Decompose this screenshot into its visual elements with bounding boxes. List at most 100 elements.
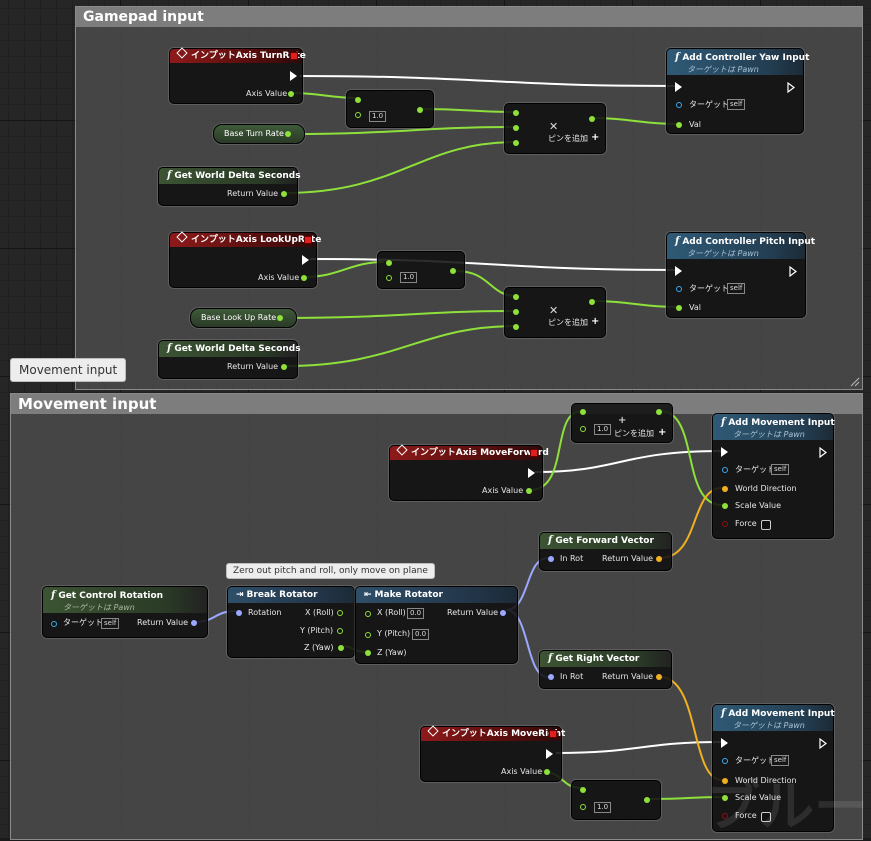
force-checkbox[interactable] bbox=[761, 520, 771, 530]
world-direction-pin[interactable] bbox=[722, 486, 728, 492]
add-pin-icon[interactable]: + bbox=[591, 132, 599, 143]
y-pitch-field[interactable]: 0.0 bbox=[412, 629, 430, 640]
input-pin-a[interactable] bbox=[513, 294, 519, 300]
input-pin-a[interactable] bbox=[580, 409, 586, 415]
in-rot-pin[interactable] bbox=[548, 556, 554, 562]
output-pin[interactable] bbox=[450, 268, 456, 274]
multiply-node[interactable]: 1.0 bbox=[346, 90, 434, 128]
target-pin[interactable] bbox=[676, 102, 682, 108]
add-pin-label[interactable]: ピンを追加 bbox=[548, 134, 588, 144]
z-yaw-pin[interactable] bbox=[365, 650, 371, 656]
add-movement-input-node[interactable]: f Add Movement Input ターゲットは Pawn ターゲット sel… bbox=[712, 413, 835, 539]
get-world-delta-seconds-node[interactable]: f Get World Delta Seconds Return Value bbox=[158, 167, 301, 206]
axis-value-pin[interactable] bbox=[301, 275, 307, 281]
input-pin-c[interactable] bbox=[513, 140, 519, 146]
input-pin-b[interactable] bbox=[513, 309, 519, 315]
return-value-pin[interactable] bbox=[281, 364, 287, 370]
exec-out-pin[interactable] bbox=[819, 738, 827, 749]
add-controller-yaw-input-node[interactable]: f Add Controller Yaw Input ターゲットは Pawn ターゲ… bbox=[666, 48, 809, 134]
input-pin-a[interactable] bbox=[513, 110, 519, 116]
constant-field[interactable]: 1.0 bbox=[594, 424, 612, 435]
multiply-add-pin-node[interactable]: ✕ ピンを追加 + bbox=[504, 103, 606, 154]
x-roll-field[interactable]: 0.0 bbox=[407, 608, 425, 619]
constant-field[interactable]: 1.0 bbox=[594, 802, 612, 813]
input-pin-b[interactable] bbox=[513, 125, 519, 131]
return-value-pin[interactable] bbox=[656, 674, 662, 680]
output-pin[interactable] bbox=[656, 409, 662, 415]
get-forward-vector-node[interactable]: f Get Forward Vector In Rot Return Value bbox=[539, 532, 672, 571]
return-value-pin[interactable] bbox=[281, 191, 287, 197]
x-roll-pin[interactable] bbox=[365, 611, 371, 617]
exec-out-pin[interactable] bbox=[528, 468, 535, 478]
axis-value-pin[interactable] bbox=[544, 769, 550, 775]
input-pin-a[interactable] bbox=[355, 97, 361, 103]
self-field[interactable]: self bbox=[771, 464, 790, 475]
self-field[interactable]: self bbox=[727, 99, 746, 110]
input-pin-b[interactable] bbox=[355, 112, 361, 118]
return-value-pin[interactable] bbox=[500, 610, 506, 616]
force-pin[interactable] bbox=[722, 521, 728, 527]
y-pitch-pin[interactable] bbox=[337, 628, 343, 634]
event-node-turnrate[interactable]: インプットAxis TurnRate Axis Value bbox=[169, 47, 306, 104]
return-value-pin[interactable] bbox=[191, 620, 197, 626]
exec-out-pin[interactable] bbox=[546, 749, 553, 759]
comment-resize-handle[interactable] bbox=[850, 377, 860, 387]
exec-out-pin[interactable] bbox=[290, 71, 297, 81]
break-rotator-node[interactable]: ⇥ Break Rotator Rotation X (Roll) Y (Pitc… bbox=[227, 586, 355, 658]
exec-in-pin[interactable] bbox=[721, 738, 728, 748]
input-pin-b[interactable] bbox=[386, 275, 392, 281]
add-pin-label[interactable]: ピンを追加 bbox=[548, 318, 588, 328]
add-pin-icon[interactable]: + bbox=[658, 427, 666, 438]
output-pin[interactable] bbox=[589, 299, 595, 305]
multiply-add-pin-node[interactable]: 1.0 + ピンを追加 + bbox=[571, 403, 673, 443]
input-pin-c[interactable] bbox=[513, 324, 519, 330]
get-control-rotation-node[interactable]: f Get Control Rotation ターゲットは Pawn ターゲット s… bbox=[42, 586, 208, 638]
target-pin[interactable] bbox=[51, 621, 57, 627]
multiply-node[interactable]: 1.0 bbox=[377, 251, 465, 289]
multiply-add-pin-node[interactable]: ✕ ピンを追加 + bbox=[504, 287, 606, 338]
target-pin[interactable] bbox=[676, 286, 682, 292]
rotation-pin[interactable] bbox=[236, 610, 242, 616]
output-pin[interactable] bbox=[644, 797, 650, 803]
in-rot-pin[interactable] bbox=[548, 674, 554, 680]
add-pin-icon[interactable]: + bbox=[591, 316, 599, 327]
base-turn-rate-variable[interactable]: Base Turn Rate bbox=[213, 124, 305, 144]
exec-in-pin[interactable] bbox=[721, 447, 728, 457]
target-pin[interactable] bbox=[722, 467, 728, 473]
val-pin[interactable] bbox=[676, 305, 682, 311]
multiply-node[interactable]: 1.0 bbox=[571, 780, 661, 820]
constant-field[interactable]: 1.0 bbox=[369, 111, 387, 122]
exec-in-pin[interactable] bbox=[675, 266, 682, 276]
output-pin[interactable] bbox=[589, 116, 595, 122]
output-pin[interactable] bbox=[417, 107, 423, 113]
constant-field[interactable]: 1.0 bbox=[400, 272, 418, 283]
exec-out-pin[interactable] bbox=[302, 255, 309, 265]
exec-out-pin[interactable] bbox=[789, 266, 797, 277]
input-pin-a[interactable] bbox=[386, 260, 392, 266]
return-value-pin[interactable] bbox=[656, 556, 662, 562]
input-pin-a[interactable] bbox=[580, 787, 586, 793]
x-roll-pin[interactable] bbox=[337, 610, 343, 616]
axis-value-pin[interactable] bbox=[288, 91, 294, 97]
y-pitch-pin[interactable] bbox=[365, 632, 371, 638]
base-turn-rate-pin[interactable] bbox=[285, 131, 291, 137]
get-world-delta-seconds-node[interactable]: f Get World Delta Seconds Return Value bbox=[158, 340, 301, 379]
scale-value-pin[interactable] bbox=[722, 503, 728, 509]
event-node-moveforward[interactable]: インプットAxis MoveForward Axis Value bbox=[389, 444, 549, 501]
z-yaw-pin[interactable] bbox=[338, 645, 344, 651]
val-pin[interactable] bbox=[676, 122, 682, 128]
make-rotator-node[interactable]: ⇤ Make Rotator X (Roll) 0.0 Y (Pitch) 0.0… bbox=[355, 586, 518, 664]
exec-out-pin[interactable] bbox=[787, 82, 795, 93]
input-pin-b[interactable] bbox=[580, 426, 586, 432]
event-node-lookuprate[interactable]: インプットAxis LookUpRate Axis Value bbox=[169, 231, 321, 288]
input-pin-b[interactable] bbox=[580, 804, 586, 810]
get-right-vector-node[interactable]: f Get Right Vector In Rot Return Value bbox=[539, 650, 672, 689]
event-node-moveright[interactable]: インプットAxis MoveRight Axis Value bbox=[420, 725, 565, 782]
exec-out-pin[interactable] bbox=[819, 447, 827, 458]
self-field[interactable]: self bbox=[101, 618, 120, 629]
add-pin-label[interactable]: ピンを追加 bbox=[614, 429, 654, 439]
add-controller-pitch-input-node[interactable]: f Add Controller Pitch Input ターゲットは Pawn タ… bbox=[666, 232, 815, 318]
axis-value-pin[interactable] bbox=[526, 488, 532, 494]
exec-in-pin[interactable] bbox=[675, 82, 682, 92]
self-field[interactable]: self bbox=[727, 283, 746, 294]
